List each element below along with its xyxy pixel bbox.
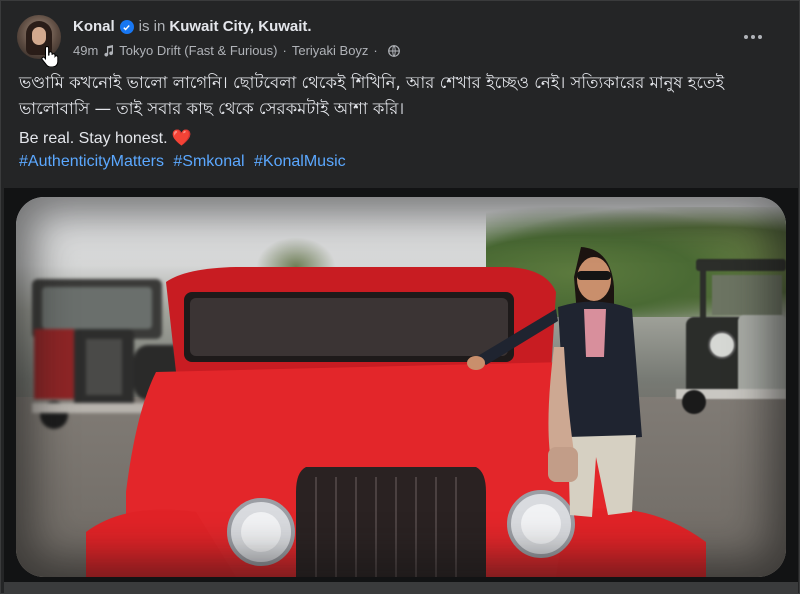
music-artist[interactable]: Teriyaki Boyz bbox=[292, 42, 369, 60]
post-body-english: Be real. Stay honest. bbox=[19, 130, 168, 147]
post-card: Konal is in Kuwait City, Kuwait. 49m Tok… bbox=[0, 0, 800, 594]
hashtag-link[interactable]: #Smkonal bbox=[173, 153, 244, 170]
post-body-bengali: ভণ্ডামি কখনোই ভালো লাগেনি। ছোটবেলা থেকেই… bbox=[19, 73, 725, 118]
separator-dot: · bbox=[282, 43, 287, 58]
music-note-icon bbox=[104, 45, 114, 57]
globe-icon[interactable] bbox=[387, 45, 400, 57]
hand-cursor-icon bbox=[41, 45, 59, 67]
woman-figure bbox=[467, 247, 642, 517]
more-options-icon[interactable] bbox=[735, 19, 771, 55]
author-name[interactable]: Konal bbox=[73, 17, 115, 37]
heart-emoji: ❤️ bbox=[171, 130, 192, 147]
post-photo[interactable] bbox=[16, 197, 786, 577]
hashtag-link[interactable]: #AuthenticityMatters bbox=[19, 153, 164, 170]
separator-dot: · bbox=[373, 43, 378, 58]
checkin-prefix: is in bbox=[138, 18, 166, 35]
post-body-english-line: Be real. Stay honest. ❤️ bbox=[19, 127, 769, 150]
post-meta: Konal is in Kuwait City, Kuwait. 49m Tok… bbox=[73, 17, 400, 60]
post-timestamp[interactable]: 49m bbox=[73, 42, 98, 60]
location-link[interactable]: Kuwait City, Kuwait. bbox=[169, 17, 311, 37]
post-media[interactable] bbox=[4, 188, 798, 582]
divider bbox=[4, 582, 798, 594]
post-header: Konal is in Kuwait City, Kuwait. 49m Tok… bbox=[17, 15, 783, 67]
verified-badge-icon bbox=[119, 20, 134, 34]
hashtag-link[interactable]: #KonalMusic bbox=[254, 153, 346, 170]
hashtag-list: #AuthenticityMatters #Smkonal #KonalMusi… bbox=[19, 151, 351, 173]
music-track[interactable]: Tokyo Drift (Fast & Furious) bbox=[119, 42, 277, 60]
